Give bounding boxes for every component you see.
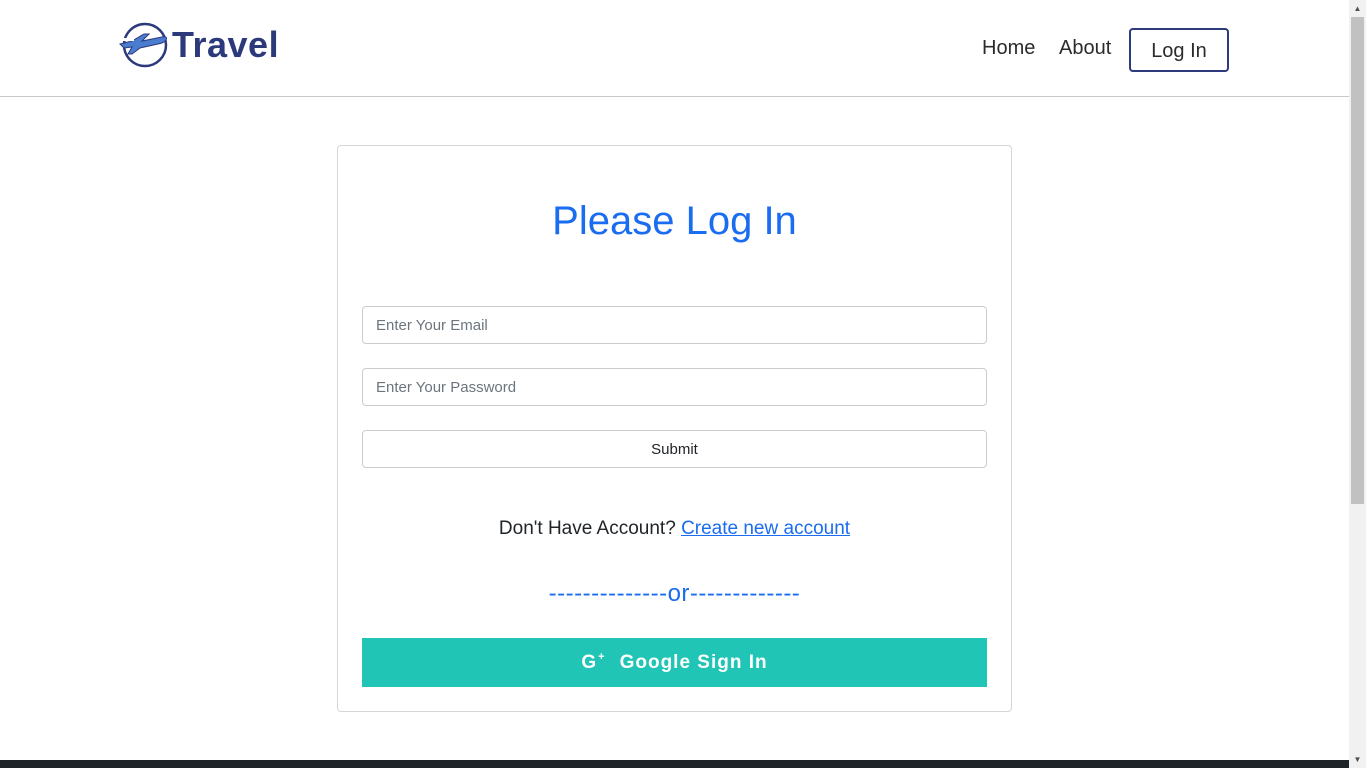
page-title: Please Log In (552, 199, 797, 243)
footer (0, 760, 1349, 768)
google-icon-plus: + (598, 650, 606, 663)
nav-login-button[interactable]: Log In (1129, 28, 1229, 72)
page: Travel Home About Log In Please Log In S… (0, 0, 1366, 768)
email-input[interactable] (362, 306, 987, 344)
submit-button[interactable]: Submit (362, 430, 987, 468)
google-sign-in-label: Google Sign In (619, 651, 768, 673)
create-account-line: Don't Have Account? Create new account (337, 517, 1012, 541)
nav-home-link[interactable]: Home (982, 36, 1035, 60)
brand-name: Travel (172, 24, 280, 65)
account-question: Don't Have Account? (498, 518, 676, 539)
arrow-down-icon[interactable]: ▼ (1349, 751, 1366, 768)
nav-about-link[interactable]: About (1059, 36, 1111, 60)
or-divider: --------------or------------- (548, 580, 801, 607)
brand-logo[interactable]: Travel (118, 20, 279, 70)
google-sign-in-button[interactable]: G + Google Sign In (362, 638, 987, 687)
google-icon-letter: G (581, 651, 598, 673)
create-account-link[interactable]: Create new account (681, 518, 850, 539)
navbar: Travel Home About Log In (0, 0, 1349, 97)
scrollbar-thumb[interactable] (1351, 17, 1364, 504)
google-plus-icon: G + (581, 650, 606, 674)
password-input[interactable] (362, 368, 987, 406)
airplane-globe-icon (118, 22, 168, 68)
arrow-up-icon[interactable]: ▲ (1349, 0, 1366, 17)
